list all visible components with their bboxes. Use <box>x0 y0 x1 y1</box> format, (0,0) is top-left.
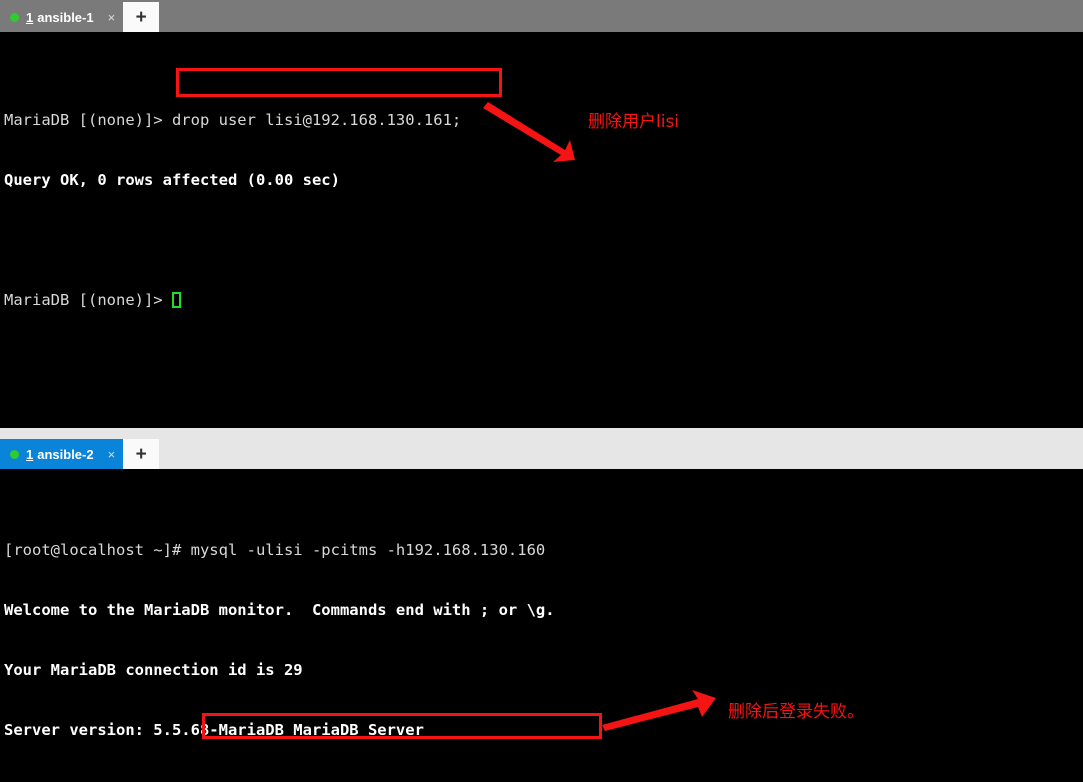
tabbar-ansible-1: 1 ansible-1 × + <box>0 0 1083 32</box>
terminal-line: Your MariaDB connection id is 29 <box>4 661 303 679</box>
window-gap-divider <box>0 428 1083 437</box>
tab-title-label: ansible-1 <box>37 9 94 25</box>
new-tab-button[interactable]: + <box>123 439 160 469</box>
terminal-text-ansible-2: [root@localhost ~]# mysql -ulisi -pcitms… <box>4 500 853 782</box>
terminal-line: MariaDB [(none)]> <box>4 290 461 310</box>
annotation-label-delete-user: 删除用户lisi <box>588 112 680 132</box>
close-icon[interactable]: × <box>108 11 116 24</box>
desktop-screen: 1 ansible-1 × + MariaDB [(none)]> drop u… <box>0 0 1083 782</box>
terminal-line: Welcome to the MariaDB monitor. Commands… <box>4 601 555 619</box>
tab-index-label: 1 <box>26 446 34 462</box>
tab-status-dot-icon <box>10 449 19 459</box>
terminal-prompt: MariaDB [(none)]> <box>4 291 172 309</box>
terminal-window-ansible-1: 1 ansible-1 × + MariaDB [(none)]> drop u… <box>0 0 1083 428</box>
terminal-line: MariaDB [(none)]> drop user lisi@192.168… <box>4 111 462 129</box>
terminal-cursor <box>171 292 181 308</box>
tab-ansible-2[interactable]: 1 ansible-2 × <box>0 439 124 469</box>
terminal-output-ansible-2[interactable]: [root@localhost ~]# mysql -ulisi -pcitms… <box>0 469 1083 782</box>
tab-ansible-1[interactable]: 1 ansible-1 × <box>0 2 124 32</box>
terminal-line: Query OK, 0 rows affected (0.00 sec) <box>4 171 340 189</box>
tab-status-dot-icon <box>10 12 19 22</box>
terminal-line: Server version: 5.5.68-MariaDB MariaDB S… <box>4 721 424 739</box>
tab-index-label: 1 <box>26 9 34 25</box>
terminal-window-ansible-2: 1 ansible-2 × + [root@localhost ~]# mysq… <box>0 437 1083 782</box>
tabbar-empty-area <box>159 439 1083 469</box>
terminal-line: [root@localhost ~]# mysql -ulisi -pcitms… <box>4 541 546 559</box>
tabbar-empty-area <box>159 2 1083 32</box>
tab-title-label: ansible-2 <box>37 446 94 462</box>
close-icon[interactable]: × <box>108 448 116 461</box>
new-tab-button[interactable]: + <box>123 2 160 32</box>
terminal-output-ansible-1[interactable]: MariaDB [(none)]> drop user lisi@192.168… <box>0 32 1083 428</box>
tabbar-ansible-2: 1 ansible-2 × + <box>0 437 1083 469</box>
terminal-text-ansible-1: MariaDB [(none)]> drop user lisi@192.168… <box>4 70 461 350</box>
annotation-label-login-failed: 删除后登录失败。 <box>728 702 864 722</box>
